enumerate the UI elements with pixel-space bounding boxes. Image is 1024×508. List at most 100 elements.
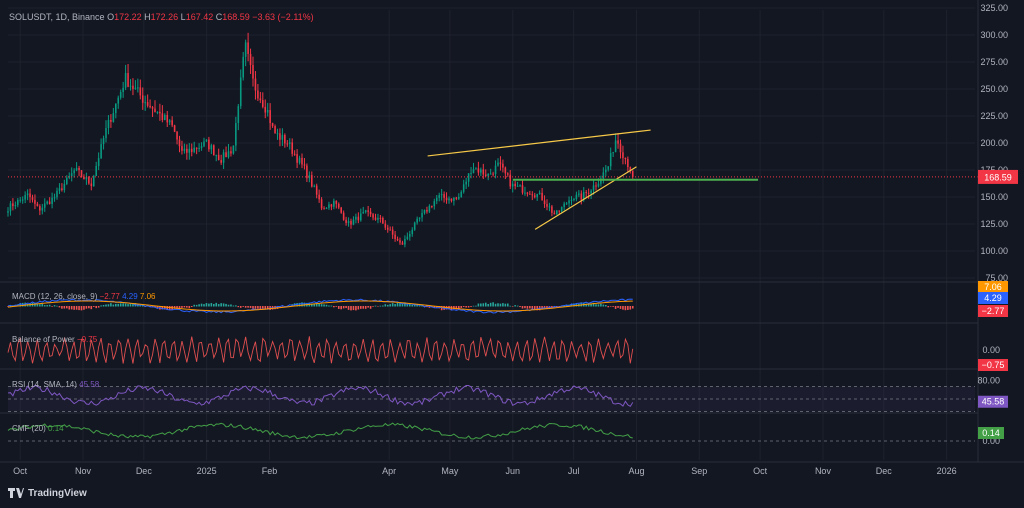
macd-histogram-bar <box>475 305 477 307</box>
rsi-legend[interactable]: RSI (14, SMA, 14) 45.58 <box>12 380 99 389</box>
candle-body <box>627 159 629 168</box>
candle-body <box>132 85 134 89</box>
macd-legend[interactable]: MACD (12, 26, close, 9) −2.77 4.29 7.06 <box>12 292 155 301</box>
macd-histogram-bar <box>200 303 203 307</box>
candle-body <box>502 163 504 168</box>
macd-histogram-bar <box>95 306 97 309</box>
macd-histogram-bar <box>181 306 183 308</box>
macd-histogram-bar <box>208 303 210 307</box>
time-tick-label: Jun <box>506 466 521 476</box>
candle-body <box>306 165 308 179</box>
candle-body <box>168 120 171 123</box>
macd-histogram-bar <box>124 303 127 307</box>
candle-body <box>543 200 546 205</box>
macd-histogram-bar <box>58 306 61 308</box>
candle-body <box>558 210 561 212</box>
trendline <box>534 166 637 230</box>
cmf-line <box>7 422 633 440</box>
low-value: 167.42 <box>185 12 214 22</box>
candle-body <box>222 152 225 163</box>
macd-histogram-bar <box>624 306 627 311</box>
macd-histogram-bar <box>68 306 71 310</box>
candle-body <box>480 169 482 173</box>
candle-body <box>193 147 195 152</box>
macd-histogram-bar <box>627 306 629 310</box>
candle-body <box>70 173 73 177</box>
candle-body <box>7 211 9 213</box>
price-tick-label: 125.00 <box>980 219 1008 229</box>
time-tick-label: 2026 <box>937 466 957 476</box>
candle-body <box>247 42 249 54</box>
close-value: 168.59 <box>222 12 250 22</box>
candle-body <box>190 148 193 152</box>
macd-histogram-bar <box>100 305 102 307</box>
candle-body <box>181 146 183 151</box>
candle-body <box>213 145 215 156</box>
candle-body <box>232 145 235 154</box>
candle-body <box>117 97 120 104</box>
time-tick-label: Dec <box>136 466 153 476</box>
macd-signal-value: 4.29 <box>122 292 138 301</box>
bop-value: −0.75 <box>76 335 98 344</box>
candle-body <box>536 194 538 198</box>
candle-body <box>374 217 377 220</box>
candle-body <box>274 126 276 134</box>
macd-histogram-bar <box>262 306 264 309</box>
candle-body <box>413 222 416 230</box>
candle-body <box>607 166 610 170</box>
candle-body <box>178 139 181 147</box>
candle-body <box>443 194 445 198</box>
candle-body <box>230 151 232 154</box>
candle-body <box>551 206 553 213</box>
candle-body <box>298 157 301 163</box>
candle-body <box>489 173 492 175</box>
price-chart[interactable]: 75.00100.00125.00150.00175.00200.00225.0… <box>0 0 1024 508</box>
macd-histogram-bar <box>92 306 95 307</box>
cmf-value: 0.14 <box>48 424 64 433</box>
price-tick-label: 200.00 <box>980 138 1008 148</box>
candle-body <box>631 170 634 177</box>
macd-histogram-bar <box>597 304 600 307</box>
macd-histogram-bar <box>465 306 467 308</box>
candle-body <box>149 105 151 108</box>
macd-histogram-bar <box>244 306 247 308</box>
macd-histogram-bar <box>511 306 514 307</box>
macd-histogram-bar <box>232 305 235 307</box>
candle-body <box>239 77 242 107</box>
macd-histogram-bar <box>122 303 124 307</box>
macd-histogram-bar <box>88 306 90 309</box>
candle-body <box>227 151 230 158</box>
time-tick-label: Feb <box>262 466 278 476</box>
macd-histogram-bar <box>102 304 105 307</box>
tradingview-brand[interactable]: TradingView <box>8 488 87 499</box>
macd-histogram-bar <box>357 306 360 310</box>
time-tick-label: Sep <box>691 466 707 476</box>
candle-body <box>450 198 453 201</box>
candle-body <box>548 206 551 208</box>
macd-histogram-bar <box>362 306 365 309</box>
macd-histogram-bar <box>384 304 387 307</box>
candle-body <box>200 146 203 148</box>
macd-histogram-bar <box>39 304 41 307</box>
macd-histogram-bar <box>61 306 63 309</box>
macd-histogram-bar <box>489 302 492 307</box>
macd-histogram-bar <box>617 306 619 308</box>
candle-body <box>164 114 166 121</box>
candle-body <box>524 192 526 194</box>
time-tick-label: Dec <box>876 466 893 476</box>
macd-histogram-bar <box>352 306 355 311</box>
candle-body <box>26 193 29 196</box>
candle-body <box>511 183 514 187</box>
candle-body <box>266 110 269 113</box>
candle-body <box>141 95 144 103</box>
macd-histogram-bar <box>487 304 489 307</box>
candle-body <box>470 172 472 174</box>
bop-legend[interactable]: Balance of Power −0.75 <box>12 335 97 344</box>
cmf-legend[interactable]: CMF (20) 0.14 <box>12 424 64 433</box>
candle-body <box>553 212 556 215</box>
macd-histogram-bar <box>382 305 384 307</box>
candle-body <box>127 73 129 87</box>
macd-histogram-bar <box>379 305 382 307</box>
macd-histogram-bar <box>462 306 465 308</box>
candle-body <box>124 73 127 88</box>
